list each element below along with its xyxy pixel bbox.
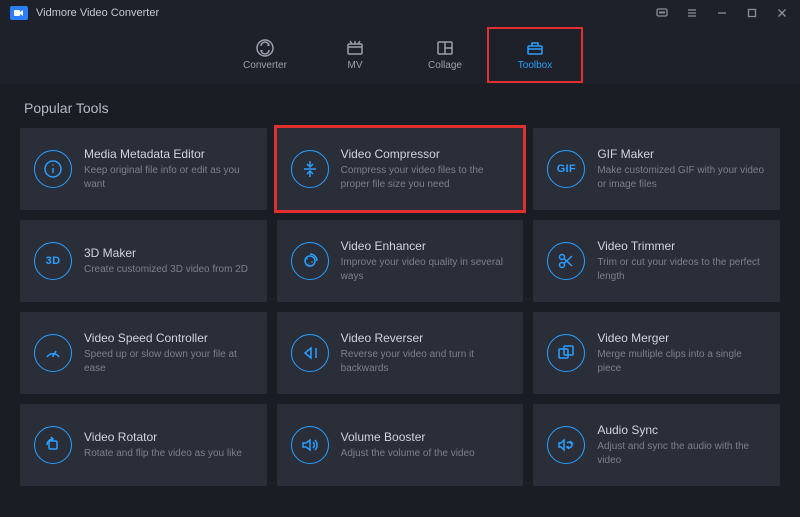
window-controls [654,5,790,21]
tool-card-merge[interactable]: Video Merger Merge multiple clips into a … [533,312,780,394]
tool-card-sync[interactable]: Audio Sync Adjust and sync the audio with… [533,404,780,486]
card-title: Video Enhancer [341,239,510,253]
card-text: Video Trimmer Trim or cut your videos to … [597,239,766,283]
gif-icon: GIF [547,150,585,188]
feedback-icon[interactable] [654,5,670,21]
tool-card-3d[interactable]: 3D 3D Maker Create customized 3D video fro… [20,220,267,302]
card-title: GIF Maker [597,147,766,161]
info-icon [34,150,72,188]
convert-icon [255,39,275,57]
card-desc: Make customized GIF with your video or i… [597,164,766,191]
card-title: 3D Maker [84,246,248,260]
card-text: Media Metadata Editor Keep original file … [84,147,253,191]
tool-grid: Media Metadata Editor Keep original file … [20,128,780,486]
tabs: Converter MV Collage Toolbox [0,26,800,84]
trim-icon [547,242,585,280]
tab-converter[interactable]: Converter [220,29,310,81]
tab-toolbox[interactable]: Toolbox [490,29,580,81]
card-title: Video Reverser [341,331,510,345]
card-desc: Adjust the volume of the video [341,447,475,461]
close-icon[interactable] [774,5,790,21]
tool-card-speed[interactable]: Video Speed Controller Speed up or slow d… [20,312,267,394]
titlebar: Vidmore Video Converter [0,0,800,26]
rotate-icon [34,426,72,464]
app-logo-icon [10,6,28,20]
enhance-icon [291,242,329,280]
tool-card-enhance[interactable]: Video Enhancer Improve your video quality… [277,220,524,302]
card-desc: Adjust and sync the audio with the video [597,440,766,467]
card-text: Video Merger Merge multiple clips into a … [597,331,766,375]
toolbox-icon [525,39,545,57]
compress-icon [291,150,329,188]
card-text: 3D Maker Create customized 3D video from … [84,246,248,277]
card-text: Video Enhancer Improve your video quality… [341,239,510,283]
card-desc: Trim or cut your videos to the perfect l… [597,256,766,283]
tool-card-rotate[interactable]: Video Rotator Rotate and flip the video a… [20,404,267,486]
volume-icon [291,426,329,464]
speed-icon [34,334,72,372]
tool-card-gif[interactable]: GIF GIF Maker Make customized GIF with you… [533,128,780,210]
card-text: Video Reverser Reverse your video and tur… [341,331,510,375]
card-title: Video Merger [597,331,766,345]
tool-card-reverse[interactable]: Video Reverser Reverse your video and tur… [277,312,524,394]
card-text: Video Rotator Rotate and flip the video a… [84,430,242,461]
card-desc: Keep original file info or edit as you w… [84,164,253,191]
3d-icon: 3D [34,242,72,280]
card-desc: Compress your video files to the proper … [341,164,510,191]
mv-icon [345,39,365,57]
tab-label: Converter [243,60,287,71]
card-title: Video Rotator [84,430,242,444]
section-title: Popular Tools [24,100,776,116]
card-text: Video Compressor Compress your video file… [341,147,510,191]
card-desc: Improve your video quality in several wa… [341,256,510,283]
tab-label: Collage [428,60,462,71]
merge-icon [547,334,585,372]
card-title: Media Metadata Editor [84,147,253,161]
sync-icon [547,426,585,464]
card-title: Video Compressor [341,147,510,161]
card-title: Video Speed Controller [84,331,253,345]
menu-icon[interactable] [684,5,700,21]
maximize-icon[interactable] [744,5,760,21]
tool-card-trim[interactable]: Video Trimmer Trim or cut your videos to … [533,220,780,302]
tool-card-info[interactable]: Media Metadata Editor Keep original file … [20,128,267,210]
tab-mv[interactable]: MV [310,29,400,81]
card-text: GIF Maker Make customized GIF with your v… [597,147,766,191]
card-text: Volume Booster Adjust the volume of the v… [341,430,475,461]
card-title: Volume Booster [341,430,475,444]
card-text: Audio Sync Adjust and sync the audio with… [597,423,766,467]
tab-label: MV [348,60,363,71]
reverse-icon [291,334,329,372]
tool-card-compress[interactable]: Video Compressor Compress your video file… [277,128,524,210]
tool-card-volume[interactable]: Volume Booster Adjust the volume of the v… [277,404,524,486]
card-desc: Speed up or slow down your file at ease [84,348,253,375]
app-title: Vidmore Video Converter [36,7,654,19]
card-desc: Reverse your video and turn it backwards [341,348,510,375]
card-desc: Rotate and flip the video as you like [84,447,242,461]
card-title: Video Trimmer [597,239,766,253]
card-desc: Create customized 3D video from 2D [84,263,248,277]
collage-icon [435,39,455,57]
card-text: Video Speed Controller Speed up or slow d… [84,331,253,375]
tab-label: Toolbox [518,60,552,71]
card-title: Audio Sync [597,423,766,437]
main-content: Popular Tools Media Metadata Editor Keep … [0,84,800,496]
minimize-icon[interactable] [714,5,730,21]
tab-collage[interactable]: Collage [400,29,490,81]
card-desc: Merge multiple clips into a single piece [597,348,766,375]
